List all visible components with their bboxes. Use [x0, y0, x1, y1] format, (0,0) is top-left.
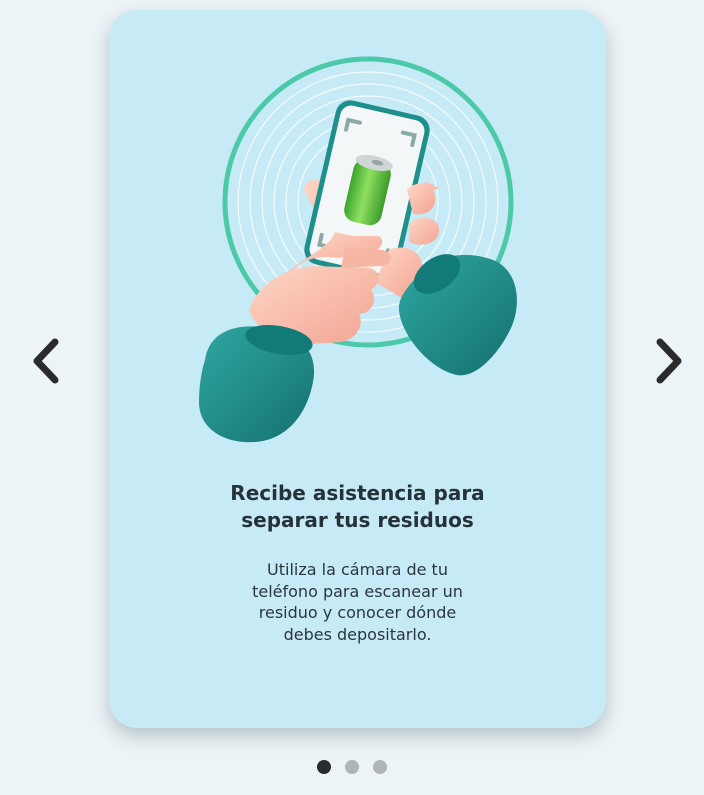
- pagination-dot-3[interactable]: [373, 760, 387, 774]
- chevron-right-icon: [656, 338, 682, 384]
- slide-description-line: Utiliza la cámara de tu: [267, 560, 448, 579]
- slide-title-line: Recibe asistencia para: [230, 481, 485, 505]
- next-slide-button[interactable]: [649, 333, 689, 389]
- slide-title: Recibe asistencia para separar tus resid…: [109, 480, 606, 534]
- slide-description-line: residuo y conocer dónde: [258, 603, 457, 622]
- slide-title-line: separar tus residuos: [241, 508, 474, 532]
- pagination-dots: [0, 760, 704, 774]
- chevron-left-icon: [33, 338, 59, 384]
- slide-description: Utiliza la cámara de tu teléfono para es…: [109, 559, 606, 645]
- pagination-dot-1[interactable]: [317, 760, 331, 774]
- slide-description-line: teléfono para escanear un: [252, 581, 463, 601]
- onboarding-card: Recibe asistencia para separar tus resid…: [109, 10, 606, 728]
- pagination-dot-2[interactable]: [345, 760, 359, 774]
- previous-slide-button[interactable]: [26, 333, 66, 389]
- slide-description-line: debes depositarlo.: [283, 624, 432, 644]
- hands-scanning-phone-icon: [199, 56, 517, 443]
